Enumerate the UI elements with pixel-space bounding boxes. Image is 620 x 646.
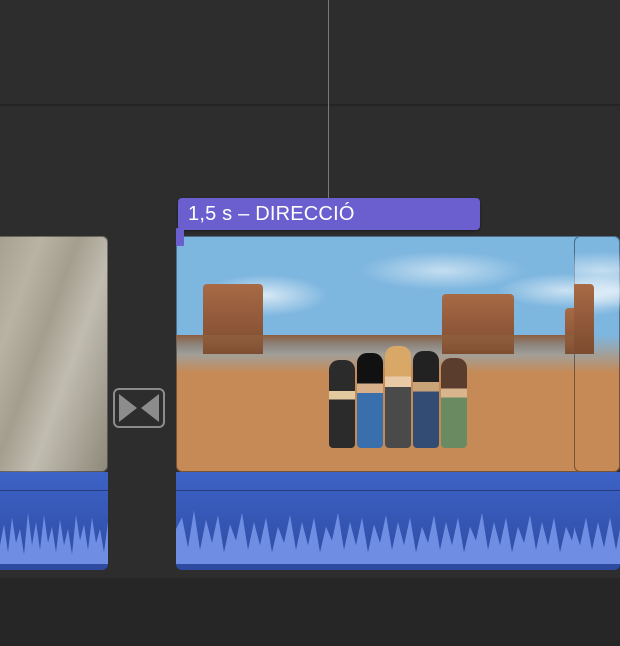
workspace-divider [0, 104, 620, 106]
callout-pointer [328, 0, 329, 198]
title-overlay[interactable]: 1,5 s – DIRECCIÓ [178, 198, 480, 230]
timeline-clip[interactable] [574, 236, 620, 472]
transition-crossfade[interactable] [113, 388, 165, 428]
title-overlay-handle[interactable] [176, 228, 184, 246]
timeline-footer [0, 578, 620, 646]
timeline-clip[interactable] [0, 236, 108, 472]
timeline-clip[interactable] [176, 236, 620, 472]
clip-thumbnail [0, 236, 108, 472]
waveform-icon [0, 494, 108, 564]
clip-thumbnail [574, 236, 620, 472]
clip-audio-waveform[interactable] [0, 472, 108, 570]
clip-audio-waveform[interactable] [176, 472, 620, 570]
waveform-icon [176, 494, 620, 564]
clip-audio-waveform[interactable] [574, 472, 620, 570]
clip-thumbnail [176, 236, 620, 472]
timeline-track[interactable] [0, 236, 620, 576]
waveform-icon [574, 494, 620, 564]
